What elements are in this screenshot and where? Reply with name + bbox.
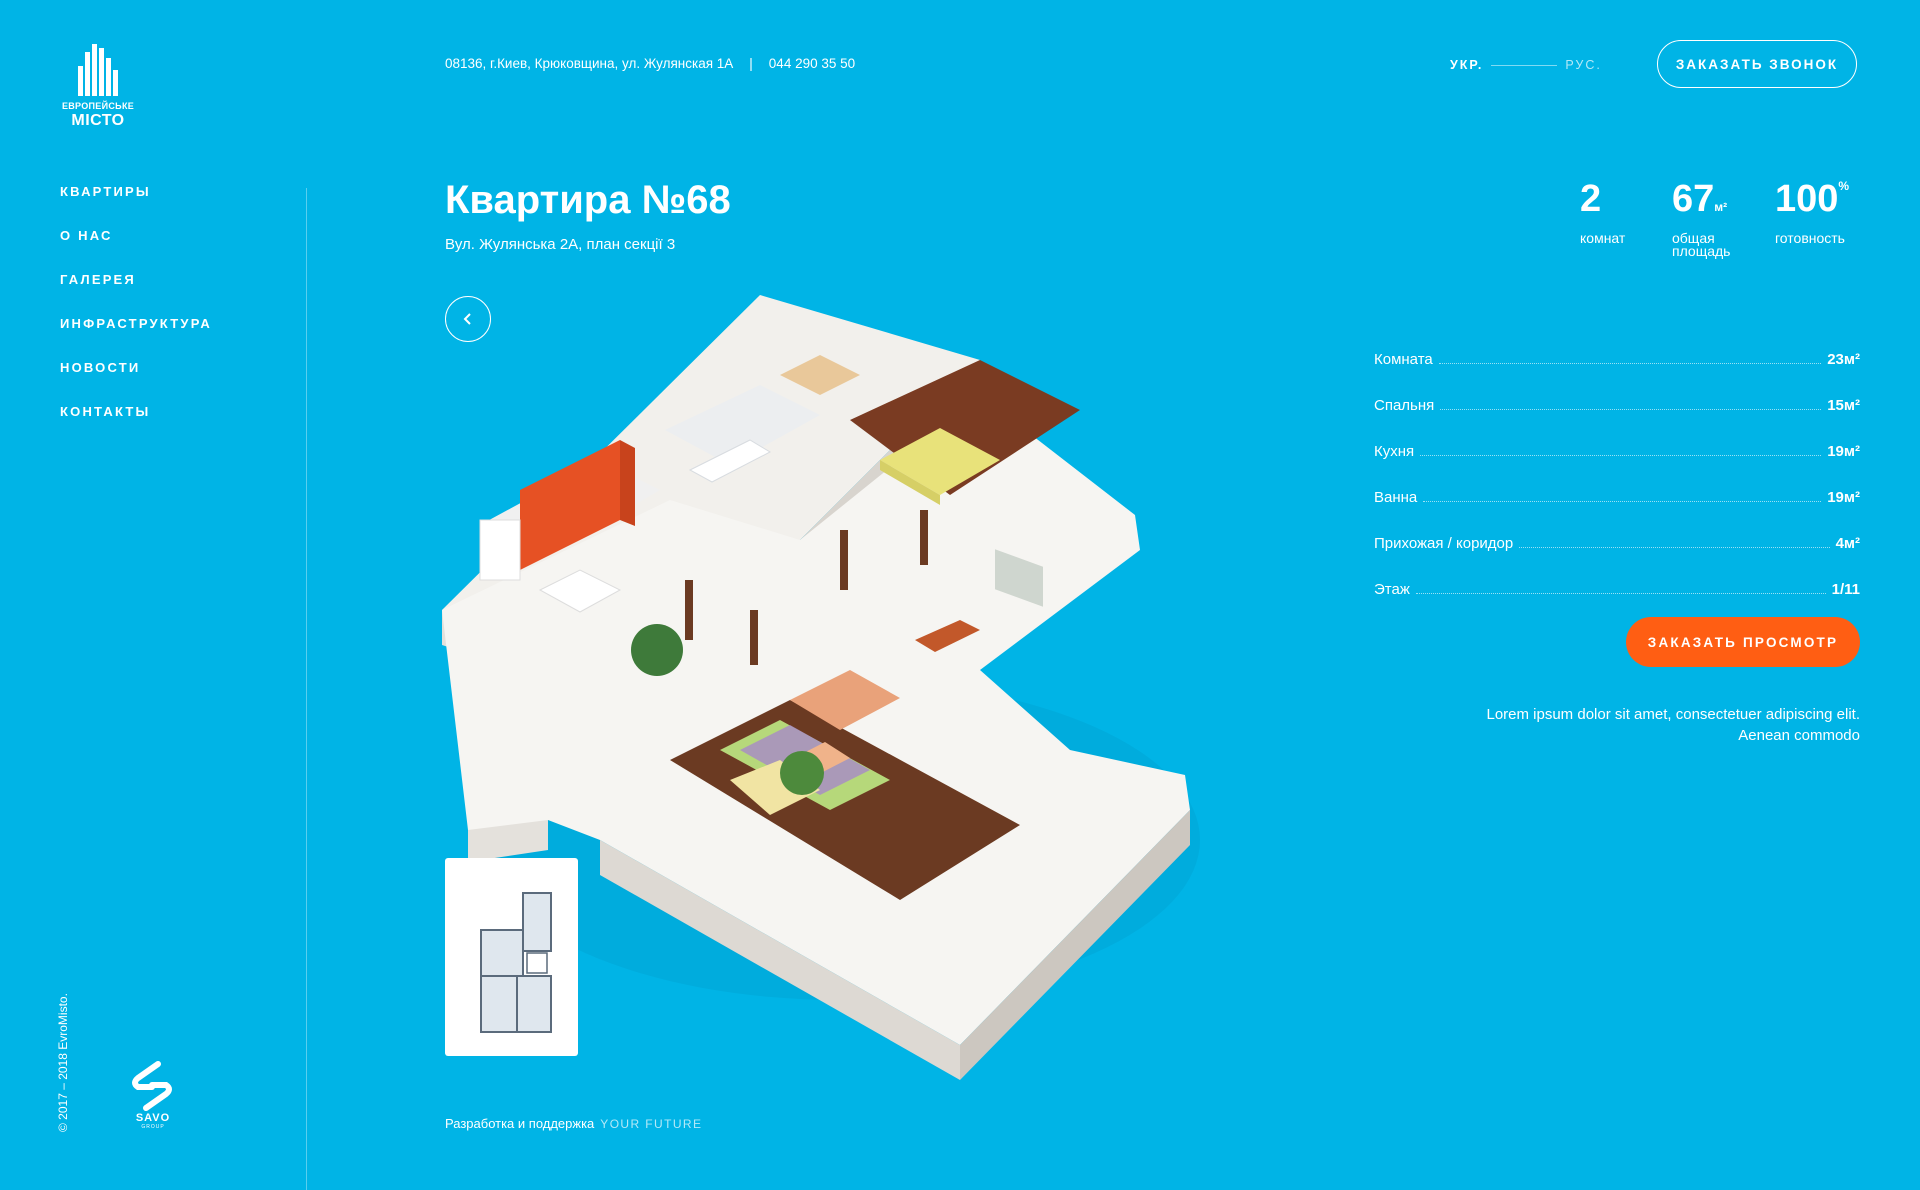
brand-line-1: ЕВРОПЕЙСЬКЕ — [61, 101, 135, 111]
address: 08136, г.Киев, Крюковщина, ул. Жулянская… — [445, 56, 734, 71]
room-name: Спальня — [1374, 397, 1435, 414]
leader-dots — [1438, 363, 1822, 364]
callback-button[interactable]: ЗАКАЗАТЬ ЗВОНОК — [1657, 40, 1857, 88]
partner-sub: GROUP — [141, 1124, 165, 1130]
room-name: Кухня — [1374, 443, 1415, 460]
language-switcher: УКР. РУС. — [1450, 58, 1602, 72]
stat-rooms: 2 комнат — [1580, 180, 1625, 245]
leader-dots — [1440, 409, 1822, 410]
lang-ru[interactable]: РУС. — [1565, 58, 1602, 72]
room-row: Кухня 19м² — [1374, 414, 1860, 460]
room-name: Этаж — [1374, 581, 1410, 598]
brand-line-2: МІСТО — [71, 112, 125, 129]
nav-item-news[interactable]: НОВОСТИ — [60, 360, 212, 404]
room-row: Спальня 15м² — [1374, 368, 1860, 414]
leader-dots — [1420, 455, 1822, 456]
nav-item-about[interactable]: О НАС — [60, 228, 212, 272]
savo-icon — [132, 1061, 172, 1111]
leader-dots — [1519, 547, 1830, 548]
city-towers-icon — [76, 44, 120, 96]
lang-divider — [1491, 64, 1558, 66]
room-row: Комната 23м² — [1374, 322, 1860, 368]
room-name: Ванна — [1374, 489, 1418, 506]
room-areas-list: Комната 23м² Спальня 15м² Кухня 19м² Ванна 1… — [1374, 322, 1860, 598]
copyright: © 2017 – 2018 EvroMisto. — [56, 993, 70, 1132]
phone-link[interactable]: 044 290 35 50 — [769, 56, 855, 71]
nav-item-gallery[interactable]: ГАЛЕРЕЯ — [60, 272, 212, 316]
nav-item-contacts[interactable]: КОНТАКТЫ — [60, 404, 212, 448]
description: Lorem ipsum dolor sit amet, consectetuer… — [1420, 704, 1860, 746]
book-viewing-button[interactable]: ЗАКАЗАТЬ ПРОСМОТР — [1626, 617, 1860, 667]
developer-credit: Разработка и поддержка YOUR FUTURE — [445, 1116, 702, 1131]
area-unit: м² — [1714, 200, 1728, 214]
contact-line: 08136, г.Киев, Крюковщина, ул. Жулянская… — [445, 56, 855, 71]
leader-dots — [1423, 501, 1822, 502]
area-label-2: площадь — [1672, 243, 1731, 259]
developer-label: Разработка и поддержка — [445, 1116, 595, 1131]
stat-area: 67м² общая площадь — [1672, 180, 1730, 258]
floor-plan-icon — [480, 892, 552, 1033]
brand-logo[interactable]: ЕВРОПЕЙСЬКЕ МІСТО — [58, 44, 138, 134]
readiness-label: готовность — [1775, 230, 1845, 246]
nav-item-infrastructure[interactable]: ИНФРАСТРУКТУРА — [60, 316, 212, 360]
description-line-1: Lorem ipsum dolor sit amet, consectetuer… — [1486, 706, 1860, 723]
area-value: 67 — [1672, 178, 1715, 220]
floor-plan-thumbnail[interactable] — [445, 858, 578, 1056]
readiness-value: 100 — [1775, 178, 1839, 220]
page-title: Квартира №68 — [445, 178, 731, 222]
developer-brand-link[interactable]: YOUR FUTURE — [600, 1117, 702, 1131]
stat-readiness: 100% готовность — [1775, 180, 1849, 245]
partner-name: SAVO — [135, 1112, 171, 1124]
room-row: Прихожая / коридор 4м² — [1374, 506, 1860, 552]
lang-ua[interactable]: УКР. — [1450, 58, 1483, 72]
room-row: Этаж 1/11 — [1374, 552, 1860, 598]
room-name: Прихожая / коридор — [1374, 535, 1514, 552]
description-line-2: Aenean commodo — [1738, 727, 1860, 744]
sidebar-divider — [306, 188, 307, 1190]
separator: | — [749, 56, 753, 71]
room-value: 19м² — [1827, 443, 1860, 460]
main-nav: КВАРТИРЫ О НАС ГАЛЕРЕЯ ИНФРАСТРУКТУРА НО… — [60, 184, 212, 448]
room-row: Ванна 19м² — [1374, 460, 1860, 506]
rooms-label: комнат — [1580, 230, 1626, 246]
room-value: 15м² — [1827, 397, 1860, 414]
rooms-count: 2 — [1580, 178, 1602, 220]
room-value: 19м² — [1827, 489, 1860, 506]
room-value: 23м² — [1827, 351, 1860, 368]
leader-dots — [1415, 593, 1826, 594]
readiness-unit: % — [1838, 179, 1850, 193]
nav-item-apartments[interactable]: КВАРТИРЫ — [60, 184, 212, 228]
page-subtitle: Вул. Жулянська 2А, план секції 3 — [445, 236, 676, 253]
room-value: 4м² — [1835, 535, 1860, 552]
room-name: Комната — [1374, 351, 1433, 368]
room-value: 1/11 — [1831, 581, 1860, 598]
partner-logo[interactable]: SAVO GROUP — [124, 1060, 188, 1130]
